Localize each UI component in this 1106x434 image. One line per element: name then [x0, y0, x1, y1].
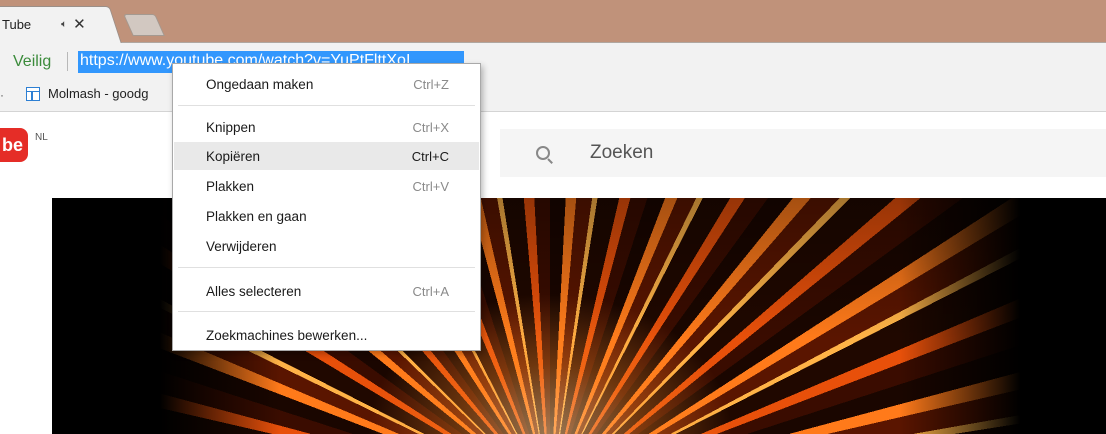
menu-item-shortcut: Ctrl+A — [412, 283, 449, 299]
youtube-logo[interactable]: be — [0, 128, 28, 162]
bookmark-item[interactable]: Molmash - goodg — [26, 86, 148, 101]
menu-item-undo[interactable]: Ongedaan maken Ctrl+Z — [174, 70, 479, 98]
context-menu: Ongedaan maken Ctrl+Z Knippen Ctrl+X Kop… — [172, 63, 481, 351]
menu-item-select-all[interactable]: Alles selecteren Ctrl+A — [174, 277, 479, 305]
menu-item-label: Alles selecteren — [206, 283, 302, 299]
menu-item-shortcut: Ctrl+V — [412, 178, 449, 194]
address-bar-row: Veilig https://www.youtube.com/watch?v=Y… — [0, 43, 1106, 79]
menu-separator — [178, 311, 475, 312]
menu-item-cut[interactable]: Knippen Ctrl+X — [174, 113, 479, 141]
bookmarks-overflow: · — [0, 88, 4, 102]
new-tab-button[interactable] — [123, 14, 165, 36]
menu-item-paste[interactable]: Plakken Ctrl+V — [174, 172, 479, 200]
menu-item-shortcut: Ctrl+X — [412, 119, 449, 135]
menu-item-label: Verwijderen — [206, 238, 277, 254]
menu-item-delete[interactable]: Verwijderen — [174, 232, 479, 260]
bookmark-label: Molmash - goodg — [48, 86, 149, 101]
bookmarks-bar: · Molmash - goodg — [0, 79, 1106, 112]
menu-separator — [178, 105, 475, 106]
search-placeholder: Zoeken — [590, 142, 654, 163]
tab-title: Tube — [2, 17, 32, 32]
country-code: NL — [35, 132, 48, 143]
menu-item-edit-search-engines[interactable]: Zoekmachines bewerken... — [174, 321, 479, 349]
menu-item-copy[interactable]: Kopiëren Ctrl+C — [174, 142, 479, 170]
menu-item-label: Zoekmachines bewerken... — [206, 327, 368, 343]
youtube-logo-text: be — [2, 134, 24, 155]
menu-item-label: Ongedaan maken — [206, 76, 314, 92]
speaker-icon[interactable]: 🔈︎ — [61, 19, 67, 30]
close-icon[interactable]: ✕ — [73, 17, 86, 32]
active-tab[interactable]: Tube 🔈︎ ✕ — [0, 6, 120, 43]
menu-item-shortcut: Ctrl+Z — [413, 76, 449, 92]
menu-item-label: Knippen — [206, 119, 256, 135]
menu-item-shortcut: Ctrl+C — [411, 148, 449, 164]
page-icon — [26, 86, 40, 101]
menu-item-label: Plakken — [206, 178, 255, 194]
menu-separator — [178, 267, 475, 268]
menu-item-label: Kopiëren — [206, 148, 261, 164]
menu-item-label: Plakken en gaan — [206, 208, 307, 224]
menu-item-paste-and-go[interactable]: Plakken en gaan — [174, 202, 479, 230]
search-icon — [536, 146, 550, 160]
secure-label[interactable]: Veilig — [13, 53, 51, 71]
tab-strip: Tube 🔈︎ ✕ — [0, 0, 1106, 44]
omnibox-divider — [67, 52, 68, 71]
